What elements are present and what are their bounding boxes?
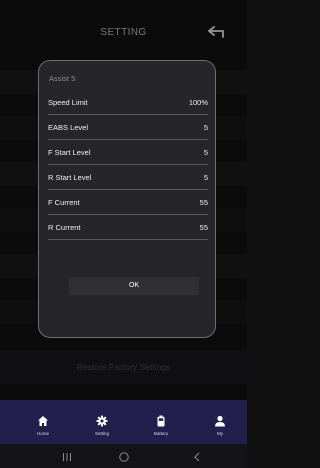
param-label: Speed Limit <box>48 98 88 107</box>
param-label: R Start Level <box>48 173 92 182</box>
battery-icon <box>157 415 165 427</box>
bottom-tab-bar: Home Setting Battery My <box>0 400 247 444</box>
param-value: 55 <box>199 198 208 207</box>
param-value: 5 <box>203 123 208 132</box>
home-icon <box>38 416 48 426</box>
param-row-speed-limit: Speed Limit 100% <box>48 90 208 115</box>
tab-label: Setting <box>94 431 109 436</box>
gear-icon <box>96 415 108 427</box>
param-value: 100% <box>188 98 208 107</box>
tab-label: Battery <box>153 431 169 436</box>
param-label: F Start Level <box>48 148 91 157</box>
assist-dialog: Assist 5 Speed Limit 100% EABS Level 5 F… <box>38 60 216 338</box>
dialog-title: Assist 5 <box>49 74 76 83</box>
tab-label: My <box>217 431 223 436</box>
param-label: R Current <box>48 223 81 232</box>
recents-icon[interactable] <box>60 451 74 463</box>
param-value: 5 <box>203 148 208 157</box>
tab-my[interactable]: My <box>200 400 240 444</box>
param-row-f-current: F Current 55 <box>48 190 208 215</box>
system-navigation-bar <box>0 444 247 468</box>
settings-screen: SETTING Restore Factory Settings Assist … <box>0 0 247 468</box>
param-value: 5 <box>203 173 208 182</box>
param-row-eabs-level: EABS Level 5 <box>48 115 208 140</box>
user-icon <box>215 415 225 427</box>
ok-button[interactable]: OK <box>69 277 199 295</box>
param-label: F Current <box>48 198 80 207</box>
param-value: 55 <box>199 223 208 232</box>
param-row-f-start-level: F Start Level 5 <box>48 140 208 165</box>
tab-label: Home <box>36 431 49 436</box>
param-label: EABS Level <box>48 123 89 132</box>
tab-setting[interactable]: Setting <box>82 400 122 444</box>
tab-home[interactable]: Home <box>23 400 63 444</box>
param-row-r-start-level: R Start Level 5 <box>48 165 208 190</box>
home-circle-icon[interactable] <box>117 451 131 463</box>
param-row-r-current: R Current 55 <box>48 215 208 240</box>
tab-battery[interactable]: Battery <box>141 400 181 444</box>
back-chevron-icon[interactable] <box>190 451 204 463</box>
